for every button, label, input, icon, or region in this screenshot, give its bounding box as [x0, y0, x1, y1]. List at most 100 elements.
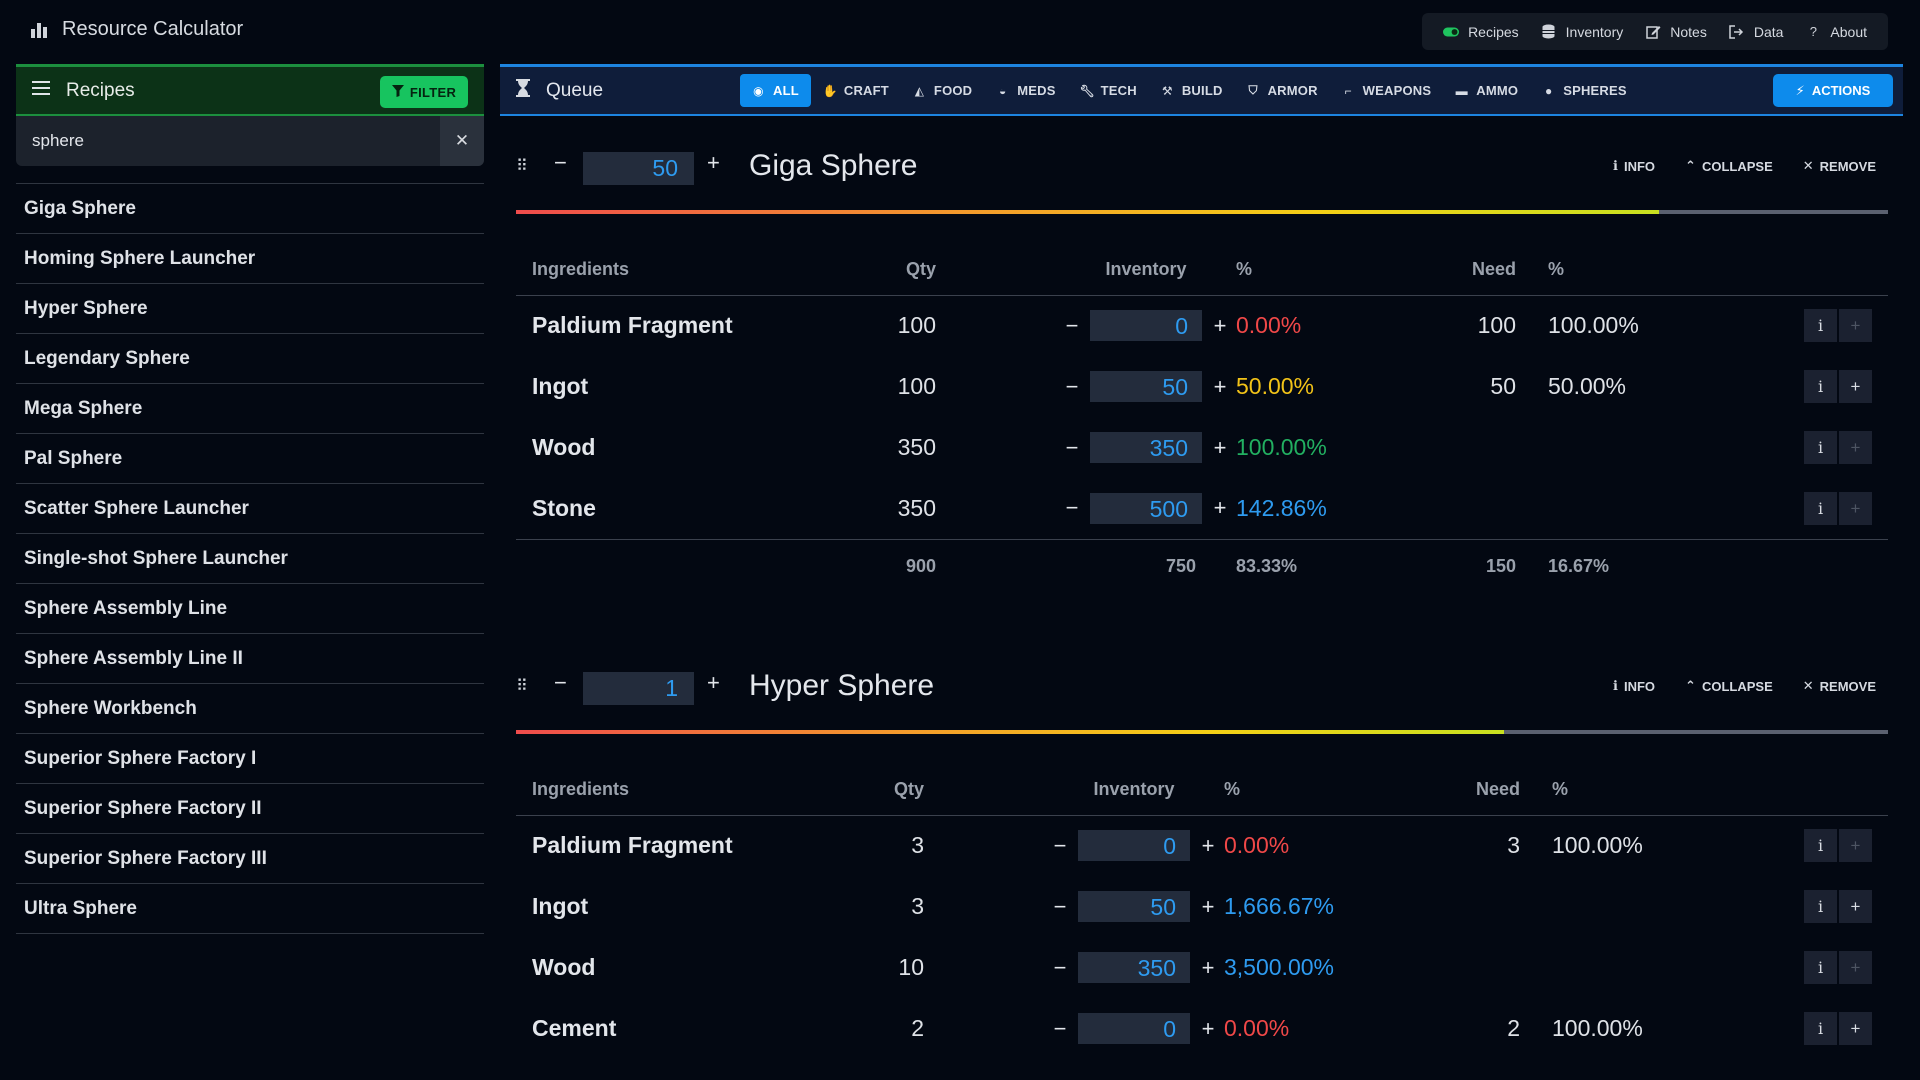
inventory-decrease-button[interactable]: −: [1062, 435, 1082, 461]
inventory-increase-button[interactable]: +: [1210, 495, 1230, 521]
inventory-increase-button[interactable]: +: [1198, 1016, 1218, 1042]
tab-food[interactable]: ◭ FOOD: [901, 74, 984, 107]
row-add-button[interactable]: +: [1839, 829, 1872, 863]
tab-spheres[interactable]: ● SPHERES: [1530, 74, 1639, 107]
decrease-quantity-button[interactable]: −: [554, 670, 567, 696]
drag-handle-icon[interactable]: ⠿: [516, 156, 532, 176]
inventory-input[interactable]: 350: [1090, 432, 1202, 463]
decrease-quantity-button[interactable]: −: [554, 150, 567, 176]
tab-armor[interactable]: ⛉ ARMOR: [1235, 74, 1330, 107]
list-item[interactable]: Giga Sphere: [16, 184, 484, 234]
row-add-button[interactable]: +: [1839, 309, 1872, 343]
inventory-decrease-button[interactable]: −: [1050, 1016, 1070, 1042]
inventory-input[interactable]: 350: [1078, 952, 1190, 983]
list-item[interactable]: Superior Sphere Factory I: [16, 734, 484, 784]
actions-button[interactable]: ⚡︎ ACTIONS: [1773, 74, 1893, 107]
row-info-button[interactable]: i: [1804, 431, 1837, 464]
tab-weapons[interactable]: ⌐ WEAPONS: [1330, 74, 1444, 107]
inventory-input[interactable]: 0: [1090, 310, 1202, 342]
list-item[interactable]: Sphere Assembly Line: [16, 584, 484, 634]
list-item[interactable]: Homing Sphere Launcher: [16, 234, 484, 284]
inventory-decrease-button[interactable]: −: [1062, 495, 1082, 521]
ammo-box-icon: ▬: [1455, 83, 1468, 98]
row-add-button[interactable]: +: [1839, 431, 1872, 464]
row-add-button[interactable]: +: [1839, 491, 1872, 525]
ingredient-qty: 10: [898, 954, 924, 980]
inventory-decrease-button[interactable]: −: [1062, 313, 1082, 339]
tab-all[interactable]: ◉ ALL: [740, 74, 811, 107]
list-item[interactable]: Scatter Sphere Launcher: [16, 484, 484, 534]
tab-meds[interactable]: ◒ MEDS: [984, 74, 1067, 107]
row-info-button[interactable]: i: [1804, 890, 1837, 923]
inventory-increase-button[interactable]: +: [1210, 313, 1230, 339]
app-title-text: Resource Calculator: [62, 18, 244, 40]
col-pct2: %: [1520, 764, 1700, 816]
inventory-input[interactable]: 50: [1090, 371, 1202, 402]
collapse-button[interactable]: ⌃ COLLAPSE: [1685, 158, 1773, 174]
ingredient-qty: 100: [897, 373, 936, 399]
tab-tech[interactable]: 🔧︎ TECH: [1068, 74, 1149, 107]
search-input[interactable]: [16, 116, 440, 166]
filter-button[interactable]: FILTER: [380, 76, 468, 108]
menu-icon[interactable]: [32, 81, 50, 100]
row-add-button[interactable]: +: [1839, 951, 1872, 984]
list-item[interactable]: Legendary Sphere: [16, 334, 484, 384]
list-item[interactable]: Sphere Workbench: [16, 684, 484, 734]
list-item[interactable]: Superior Sphere Factory III: [16, 834, 484, 884]
inventory-increase-button[interactable]: +: [1198, 894, 1218, 920]
nav-notes[interactable]: Notes: [1634, 13, 1718, 50]
tab-ammo[interactable]: ▬ AMMO: [1443, 74, 1530, 107]
collapse-button[interactable]: ⌃ COLLAPSE: [1685, 678, 1773, 694]
row-add-button[interactable]: +: [1839, 890, 1872, 923]
row-info-button[interactable]: i: [1804, 829, 1837, 863]
nav-recipes[interactable]: Recipes: [1432, 13, 1530, 50]
remove-button[interactable]: ✕ REMOVE: [1803, 158, 1876, 174]
row-info-button[interactable]: i: [1804, 1012, 1837, 1045]
inventory-decrease-button[interactable]: −: [1050, 894, 1070, 920]
totals-row: 900 750 83.33% 150 16.67%: [516, 538, 1888, 594]
inventory-decrease-button[interactable]: −: [1050, 833, 1070, 859]
quantity-input[interactable]: 1: [583, 672, 694, 705]
row-info-button[interactable]: i: [1804, 491, 1837, 525]
list-item[interactable]: Ultra Sphere: [16, 884, 484, 934]
list-item[interactable]: Mega Sphere: [16, 384, 484, 434]
inventory-input[interactable]: 0: [1078, 830, 1190, 862]
info-button[interactable]: ℹ INFO: [1613, 158, 1655, 174]
inventory-input[interactable]: 50: [1078, 891, 1190, 922]
nav-notes-label: Notes: [1670, 23, 1707, 40]
list-item[interactable]: Sphere Assembly Line II: [16, 634, 484, 684]
tab-build[interactable]: ⚒ BUILD: [1149, 74, 1235, 107]
inventory-increase-button[interactable]: +: [1198, 833, 1218, 859]
list-item[interactable]: Pal Sphere: [16, 434, 484, 484]
row-info-button[interactable]: i: [1804, 309, 1837, 343]
tab-label: ALL: [773, 83, 799, 98]
nav-about[interactable]: ? About: [1794, 13, 1878, 50]
remove-button[interactable]: ✕ REMOVE: [1803, 678, 1876, 694]
inventory-input[interactable]: 0: [1078, 1013, 1190, 1044]
card-title: Giga Sphere: [749, 149, 918, 182]
inventory-input[interactable]: 500: [1090, 492, 1202, 524]
nav-inventory[interactable]: Inventory: [1530, 13, 1635, 50]
inventory-increase-button[interactable]: +: [1198, 955, 1218, 981]
tab-craft[interactable]: ✋ CRAFT: [811, 74, 901, 107]
list-item[interactable]: Hyper Sphere: [16, 284, 484, 334]
nav-data[interactable]: Data: [1718, 13, 1795, 50]
quantity-input[interactable]: 50: [583, 152, 694, 185]
inventory-increase-button[interactable]: +: [1210, 435, 1230, 461]
row-add-button[interactable]: +: [1839, 1012, 1872, 1045]
clear-search-button[interactable]: ✕: [440, 116, 484, 166]
recipes-title: Recipes: [66, 79, 135, 101]
drag-handle-icon[interactable]: ⠿: [516, 676, 532, 696]
list-item[interactable]: Single-shot Sphere Launcher: [16, 534, 484, 584]
increase-quantity-button[interactable]: +: [707, 150, 720, 176]
list-item[interactable]: Superior Sphere Factory II: [16, 784, 484, 834]
inventory-increase-button[interactable]: +: [1210, 374, 1230, 400]
increase-quantity-button[interactable]: +: [707, 670, 720, 696]
ingredient-qty: 2: [911, 1015, 924, 1041]
row-add-button[interactable]: +: [1839, 370, 1872, 403]
row-info-button[interactable]: i: [1804, 370, 1837, 403]
inventory-decrease-button[interactable]: −: [1062, 374, 1082, 400]
inventory-decrease-button[interactable]: −: [1050, 955, 1070, 981]
info-button[interactable]: ℹ INFO: [1613, 678, 1655, 694]
row-info-button[interactable]: i: [1804, 951, 1837, 984]
